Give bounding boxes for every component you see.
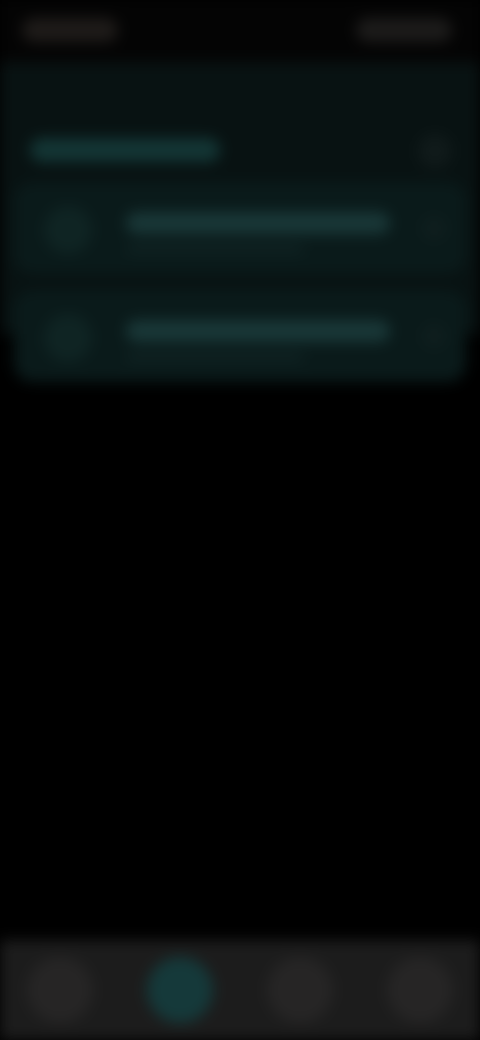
more-options-icon[interactable] [418,134,452,168]
item-title [126,212,390,234]
chevron-right-icon [422,324,446,348]
bottom-navigation [0,940,480,1040]
content-panel [0,62,480,382]
item-subtitle [126,244,304,254]
library-icon[interactable] [267,957,333,1023]
app-screen [0,0,480,1040]
item-thumbnail [44,206,92,254]
item-subtitle [126,352,304,362]
status-time [22,18,118,42]
explore-icon[interactable] [147,957,213,1023]
status-bar [0,0,480,62]
chevron-right-icon [422,216,446,240]
panel-title [30,138,220,162]
home-icon[interactable] [27,957,93,1023]
profile-icon[interactable] [387,957,453,1023]
list-item[interactable] [14,290,466,382]
list-item[interactable] [14,182,466,274]
status-icons [356,18,452,42]
item-thumbnail [44,314,92,362]
item-title [126,320,390,342]
